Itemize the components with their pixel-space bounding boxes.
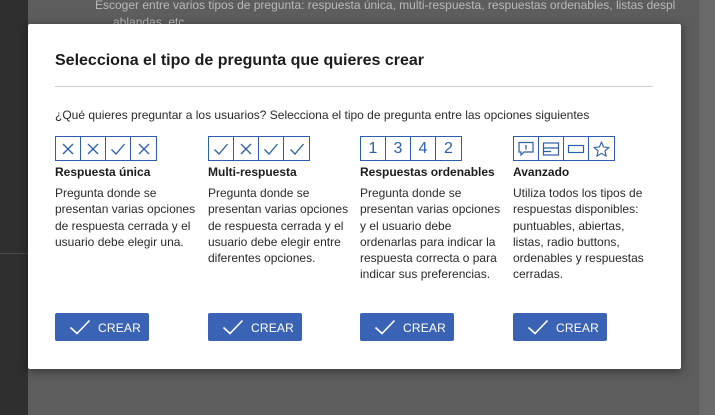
cross-icon (131, 137, 156, 160)
number-cell: 4 (411, 137, 436, 160)
speech-bubble-icon (514, 137, 539, 160)
option-icon-strip (55, 136, 157, 161)
option-avanzado: Avanzado Utiliza todos los tipos de resp… (513, 136, 661, 356)
option-respuestas-ordenables: 1 3 4 2 Respuestas ordenables Pregunta d… (360, 136, 508, 356)
cross-icon (81, 137, 106, 160)
input-box-icon (564, 137, 589, 160)
check-icon (106, 137, 131, 160)
check-icon (284, 137, 309, 160)
number-cell: 3 (386, 137, 411, 160)
option-heading: Respuestas ordenables (360, 165, 495, 179)
option-description: Utiliza todos los tipos de respuestas di… (513, 186, 644, 282)
card-icon (539, 137, 564, 160)
modal-question: ¿Qué quieres preguntar a los usuarios? S… (55, 108, 590, 122)
check-icon (259, 137, 284, 160)
background-second-line: ablandas, etc. (113, 15, 188, 24)
option-respuesta-unica: Respuesta única Pregunta donde se presen… (55, 136, 203, 356)
modal-title: Selecciona el tipo de pregunta que quier… (55, 52, 425, 69)
option-heading: Respuesta única (55, 165, 151, 179)
option-heading: Multi-respuesta (208, 165, 297, 179)
modal-divider (55, 86, 653, 87)
option-heading: Avanzado (513, 165, 570, 179)
cross-icon (234, 137, 259, 160)
check-icon (209, 137, 234, 160)
background-text: Escoger entre varios tipos de pregunta: … (95, 0, 715, 24)
check-icon (527, 319, 549, 335)
crear-button-label: CREAR (403, 321, 447, 335)
crear-button-label: CREAR (556, 321, 600, 335)
option-icon-strip (208, 136, 310, 161)
cross-icon (56, 137, 81, 160)
option-icon-strip: 1 3 4 2 (360, 136, 462, 161)
option-multi-respuesta: Multi-respuesta Pregunta donde se presen… (208, 136, 356, 356)
check-icon (222, 319, 244, 335)
question-type-modal: Selecciona el tipo de pregunta que quier… (28, 24, 681, 369)
crear-button-label: CREAR (251, 321, 295, 335)
check-icon (374, 319, 396, 335)
background-bullet-text: Escoger entre varios tipos de pregunta: … (95, 0, 676, 12)
crear-button-respuestas-ordenables[interactable]: CREAR (360, 313, 454, 341)
option-description: Pregunta donde se presentan varias opcio… (208, 186, 349, 266)
number-cell: 2 (444, 139, 453, 157)
crear-button-respuesta-unica[interactable]: CREAR (55, 313, 149, 341)
option-description: Pregunta donde se presentan varias opcio… (55, 186, 196, 249)
background-divider (0, 253, 28, 254)
option-icon-strip (513, 136, 615, 161)
crear-button-multi-respuesta[interactable]: CREAR (208, 313, 302, 341)
background-scrollbar (699, 0, 715, 415)
number-cell: 1 (361, 137, 386, 160)
crear-button-avanzado[interactable]: CREAR (513, 313, 607, 341)
background-sidebar (0, 0, 28, 415)
option-description: Pregunta donde se presentan varias opcio… (360, 186, 501, 282)
check-icon (69, 319, 91, 335)
crear-button-label: CREAR (98, 321, 142, 335)
star-icon (589, 137, 614, 160)
